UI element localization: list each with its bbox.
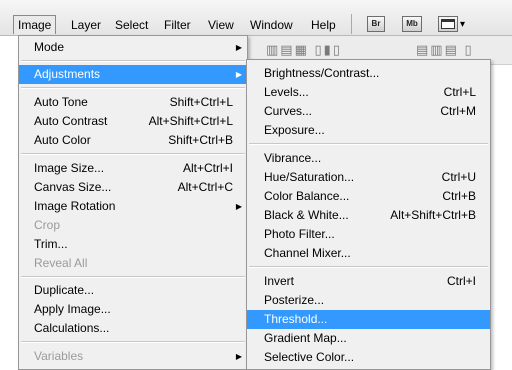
- menu-image[interactable]: Image: [13, 15, 57, 34]
- submenu-arrow-icon: ▶: [235, 202, 242, 211]
- hue-saturation-shortcut: Ctrl+U: [441, 170, 476, 184]
- image-menu-canvas-size[interactable]: Canvas Size... Alt+Ctrl+C: [19, 178, 247, 197]
- canvas-size-shortcut: Alt+Ctrl+C: [177, 180, 233, 194]
- arrange-dropdown-icon[interactable]: ▾: [460, 16, 465, 34]
- menu-separator: [21, 87, 245, 89]
- image-size-shortcut: Alt+Ctrl+I: [182, 161, 233, 175]
- photo-filter-label: Photo Filter...: [264, 227, 335, 241]
- adjust-selective-color[interactable]: Selective Color...: [247, 348, 490, 367]
- image-menu-variables: Variables ▶: [19, 347, 247, 366]
- menu-layer[interactable]: Layer: [71, 16, 101, 34]
- image-menu-auto-contrast[interactable]: Auto Contrast Alt+Shift+Ctrl+L: [19, 112, 247, 131]
- image-menu-image-rotation[interactable]: Image Rotation ▶: [19, 197, 247, 216]
- image-menu-auto-tone[interactable]: Auto Tone Shift+Ctrl+L: [19, 93, 247, 112]
- selective-color-label: Selective Color...: [264, 350, 355, 364]
- image-menu-image-size[interactable]: Image Size... Alt+Ctrl+I: [19, 159, 247, 178]
- adjust-vibrance[interactable]: Vibrance...: [247, 149, 490, 168]
- reveal-all-label: Reveal All: [34, 256, 88, 270]
- menu-help[interactable]: Help: [311, 16, 336, 34]
- menu-separator: [249, 143, 488, 145]
- channel-mixer-label: Channel Mixer...: [264, 246, 351, 260]
- threshold-label: Threshold...: [264, 312, 328, 326]
- menu-separator: [249, 266, 488, 268]
- menu-separator: [21, 276, 245, 278]
- auto-tone-label: Auto Tone: [34, 95, 88, 109]
- calculations-label: Calculations...: [34, 321, 110, 335]
- menubar-separator: [351, 14, 352, 34]
- adjust-black-white[interactable]: Black & White... Alt+Shift+Ctrl+B: [247, 206, 490, 225]
- trim-label: Trim...: [34, 237, 68, 251]
- image-menu-dropdown: Mode ▶ Adjustments ▶ Auto Tone Shift+Ctr…: [18, 35, 248, 370]
- image-size-label: Image Size...: [34, 161, 105, 175]
- mode-label: Mode: [34, 40, 65, 54]
- image-rotation-label: Image Rotation: [34, 199, 116, 213]
- menu-bar: Image Layer Select Filter View Window He…: [0, 0, 512, 36]
- exposure-label: Exposure...: [264, 123, 325, 137]
- color-balance-label: Color Balance...: [264, 189, 350, 203]
- image-menu-auto-color[interactable]: Auto Color Shift+Ctrl+B: [19, 131, 247, 150]
- arrange-documents-icon[interactable]: [438, 16, 458, 32]
- mini-bridge-button[interactable]: Mb: [402, 16, 422, 32]
- crop-label: Crop: [34, 218, 61, 232]
- levels-label: Levels...: [264, 85, 309, 99]
- adjust-exposure[interactable]: Exposure...: [247, 121, 490, 140]
- brightness-contrast-label: Brightness/Contrast...: [264, 66, 380, 80]
- auto-color-label: Auto Color: [34, 133, 91, 147]
- adjust-channel-mixer[interactable]: Channel Mixer...: [247, 244, 490, 263]
- adjust-brightness-contrast[interactable]: Brightness/Contrast...: [247, 64, 490, 83]
- image-menu-apply-image[interactable]: Apply Image...: [19, 300, 247, 319]
- color-balance-shortcut: Ctrl+B: [442, 189, 476, 203]
- auto-color-shortcut: Shift+Ctrl+B: [168, 133, 233, 147]
- black-white-label: Black & White...: [264, 208, 349, 222]
- apply-image-label: Apply Image...: [34, 302, 111, 316]
- curves-shortcut: Ctrl+M: [440, 104, 476, 118]
- menu-separator: [21, 153, 245, 155]
- adjust-threshold[interactable]: Threshold...: [247, 310, 490, 329]
- adjustments-label: Adjustments: [34, 67, 101, 81]
- menu-separator: [21, 60, 245, 62]
- distribute-icons: ▤▥▤ ▯: [416, 42, 474, 57]
- image-menu-duplicate[interactable]: Duplicate...: [19, 281, 247, 300]
- menu-separator: [21, 341, 245, 343]
- adjustments-submenu: Brightness/Contrast... Levels... Ctrl+L …: [246, 59, 491, 370]
- menu-filter[interactable]: Filter: [164, 16, 191, 34]
- submenu-arrow-icon: ▶: [235, 43, 242, 52]
- image-menu-crop: Crop: [19, 216, 247, 235]
- gradient-map-label: Gradient Map...: [264, 331, 347, 345]
- curves-label: Curves...: [264, 104, 313, 118]
- bridge-button[interactable]: Br: [367, 16, 385, 32]
- image-menu-reveal-all: Reveal All: [19, 254, 247, 273]
- adjust-posterize[interactable]: Posterize...: [247, 291, 490, 310]
- auto-contrast-label: Auto Contrast: [34, 114, 108, 128]
- duplicate-label: Duplicate...: [34, 283, 95, 297]
- adjust-hue-saturation[interactable]: Hue/Saturation... Ctrl+U: [247, 168, 490, 187]
- canvas-size-label: Canvas Size...: [34, 180, 112, 194]
- adjust-curves[interactable]: Curves... Ctrl+M: [247, 102, 490, 121]
- image-menu-calculations[interactable]: Calculations...: [19, 319, 247, 338]
- invert-label: Invert: [264, 274, 295, 288]
- adjust-levels[interactable]: Levels... Ctrl+L: [247, 83, 490, 102]
- auto-tone-shortcut: Shift+Ctrl+L: [169, 95, 233, 109]
- invert-shortcut: Ctrl+I: [446, 274, 476, 288]
- submenu-arrow-icon: ▶: [235, 352, 242, 361]
- hue-saturation-label: Hue/Saturation...: [264, 170, 355, 184]
- image-menu-adjustments[interactable]: Adjustments ▶: [19, 65, 247, 84]
- black-white-shortcut: Alt+Shift+Ctrl+B: [390, 208, 476, 222]
- adjust-color-balance[interactable]: Color Balance... Ctrl+B: [247, 187, 490, 206]
- menu-view[interactable]: View: [208, 16, 234, 34]
- align-icons: ▥▤▦ ▯▮▯: [266, 42, 342, 57]
- menu-window[interactable]: Window: [250, 16, 293, 34]
- adjust-photo-filter[interactable]: Photo Filter...: [247, 225, 490, 244]
- image-menu-mode[interactable]: Mode ▶: [19, 38, 247, 57]
- adjust-gradient-map[interactable]: Gradient Map...: [247, 329, 490, 348]
- variables-label: Variables: [34, 349, 84, 363]
- posterize-label: Posterize...: [264, 293, 325, 307]
- auto-contrast-shortcut: Alt+Shift+Ctrl+L: [148, 114, 233, 128]
- adjust-invert[interactable]: Invert Ctrl+I: [247, 272, 490, 291]
- submenu-arrow-icon: ▶: [235, 70, 242, 79]
- vibrance-label: Vibrance...: [264, 151, 322, 165]
- levels-shortcut: Ctrl+L: [443, 85, 476, 99]
- menu-select[interactable]: Select: [115, 16, 148, 34]
- image-menu-trim[interactable]: Trim...: [19, 235, 247, 254]
